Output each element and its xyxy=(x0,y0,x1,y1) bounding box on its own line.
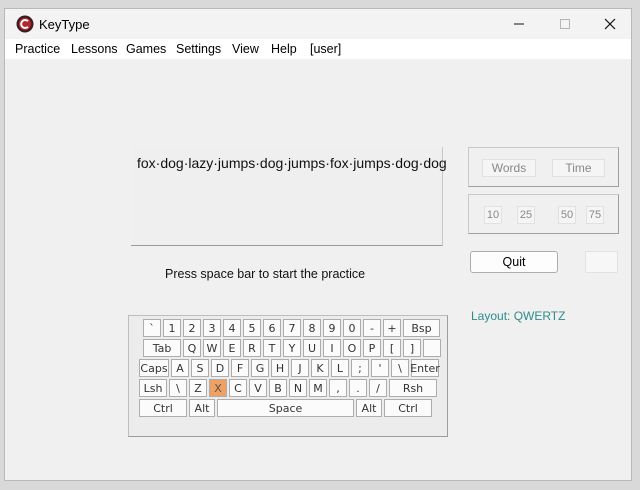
key-0[interactable]: 0 xyxy=(343,319,361,337)
key-3[interactable]: 3 xyxy=(203,319,221,337)
key-x91[interactable]: [ xyxy=(383,339,401,357)
layout-label: Layout: QWERTZ xyxy=(471,309,566,323)
key-j[interactable]: J xyxy=(291,359,309,377)
key-v[interactable]: V xyxy=(249,379,267,397)
key-g[interactable]: G xyxy=(251,359,269,377)
virtual-keyboard: ` 1 2 3 4 5 6 7 8 9 0- + Bsp Tab Q W E R T Y U I O P[] Caps A S D F G… xyxy=(128,315,448,437)
key-x92[interactable]: \ xyxy=(169,379,187,397)
key-x46[interactable]: . xyxy=(349,379,367,397)
practice-text-box[interactable]: fox·dog·lazy·jumps·dog·jumps·fox·jumps·d… xyxy=(131,147,447,246)
minimize-button[interactable] xyxy=(496,9,542,39)
key-ctrl[interactable]: Ctrl xyxy=(139,399,187,417)
key-caps[interactable]: Caps xyxy=(139,359,169,377)
key-c[interactable]: C xyxy=(229,379,247,397)
key-b[interactable]: B xyxy=(269,379,287,397)
words-mode-button[interactable]: Words xyxy=(482,159,536,177)
menu-bar: Practice Lessons Games Settings View Hel… xyxy=(5,39,631,59)
key-x93[interactable]: ] xyxy=(403,339,421,357)
key-f[interactable]: F xyxy=(231,359,249,377)
key-1[interactable]: 1 xyxy=(163,319,181,337)
key-d[interactable]: D xyxy=(211,359,229,377)
key-t[interactable]: T xyxy=(263,339,281,357)
key-a[interactable]: A xyxy=(171,359,189,377)
key-7[interactable]: 7 xyxy=(283,319,301,337)
key-rsh[interactable]: Rsh xyxy=(389,379,437,397)
key-tab[interactable]: Tab xyxy=(143,339,181,357)
key-h[interactable]: H xyxy=(271,359,289,377)
count-25-button[interactable]: 25 xyxy=(517,206,535,224)
key-m[interactable]: M xyxy=(309,379,327,397)
key-e[interactable]: E xyxy=(223,339,241,357)
menu-settings[interactable]: Settings xyxy=(176,42,221,56)
key-5[interactable]: 5 xyxy=(243,319,261,337)
app-window: KeyType Practice Lessons Games Settings … xyxy=(4,8,632,481)
key-lsh[interactable]: Lsh xyxy=(139,379,167,397)
maximize-button[interactable] xyxy=(542,9,588,39)
key-enter[interactable]: Enter xyxy=(410,359,440,377)
practice-text: fox·dog·lazy·jumps·dog·jumps·fox·jumps·d… xyxy=(137,155,447,171)
key-2[interactable]: 2 xyxy=(183,319,201,337)
count-50-button[interactable]: 50 xyxy=(558,206,576,224)
menu-practice[interactable]: Practice xyxy=(15,42,60,56)
key-space[interactable]: Space xyxy=(217,399,354,417)
menu-user[interactable]: [user] xyxy=(310,42,341,56)
menu-help[interactable]: Help xyxy=(271,42,297,56)
key-w[interactable]: W xyxy=(203,339,221,357)
window-title: KeyType xyxy=(39,17,90,32)
unlabeled-button[interactable] xyxy=(585,251,618,273)
key-8[interactable]: 8 xyxy=(303,319,321,337)
key-r[interactable]: R xyxy=(243,339,261,357)
key-s[interactable]: S xyxy=(191,359,209,377)
key-x92[interactable]: \ xyxy=(391,359,409,377)
key-l[interactable]: L xyxy=(331,359,349,377)
key-alt[interactable]: Alt xyxy=(189,399,215,417)
key-x47[interactable]: / xyxy=(369,379,387,397)
count-10-button[interactable]: 10 xyxy=(484,206,502,224)
key-n[interactable]: N xyxy=(289,379,307,397)
key-x96[interactable]: ` xyxy=(143,319,161,337)
minimize-icon xyxy=(514,23,524,25)
time-mode-button[interactable]: Time xyxy=(552,159,605,177)
title-bar: KeyType xyxy=(5,9,631,39)
close-button[interactable] xyxy=(587,9,631,39)
status-message: Press space bar to start the practice xyxy=(165,267,366,281)
key-z[interactable]: Z xyxy=(189,379,207,397)
close-icon xyxy=(604,18,616,30)
key-blank[interactable] xyxy=(423,339,441,357)
key-alt[interactable]: Alt xyxy=(356,399,382,417)
mode-group: Words Time xyxy=(468,147,619,187)
key-x39[interactable]: ' xyxy=(371,359,389,377)
key-6[interactable]: 6 xyxy=(263,319,281,337)
menu-games[interactable]: Games xyxy=(126,42,166,56)
key-k[interactable]: K xyxy=(311,359,329,377)
maximize-icon xyxy=(560,19,570,29)
key-i[interactable]: I xyxy=(323,339,341,357)
count-75-button[interactable]: 75 xyxy=(586,206,604,224)
key-4[interactable]: 4 xyxy=(223,319,241,337)
key-bsp[interactable]: Bsp xyxy=(403,319,440,337)
count-group: 10 25 50 75 xyxy=(468,194,619,234)
key-q[interactable]: Q xyxy=(183,339,201,357)
key-x[interactable]: X xyxy=(209,379,227,397)
key-9[interactable]: 9 xyxy=(323,319,341,337)
menu-lessons[interactable]: Lessons xyxy=(71,42,118,56)
key-ctrl[interactable]: Ctrl xyxy=(384,399,432,417)
menu-view[interactable]: View xyxy=(232,42,259,56)
key-u[interactable]: U xyxy=(303,339,321,357)
quit-button[interactable]: Quit xyxy=(470,251,558,273)
key-x59[interactable]: ; xyxy=(351,359,369,377)
key-o[interactable]: O xyxy=(343,339,361,357)
key-p[interactable]: P xyxy=(363,339,381,357)
key-x45[interactable]: - xyxy=(363,319,381,337)
key-x43[interactable]: + xyxy=(383,319,401,337)
app-logo-icon xyxy=(16,15,34,33)
key-y[interactable]: Y xyxy=(283,339,301,357)
key-x44[interactable]: , xyxy=(329,379,347,397)
